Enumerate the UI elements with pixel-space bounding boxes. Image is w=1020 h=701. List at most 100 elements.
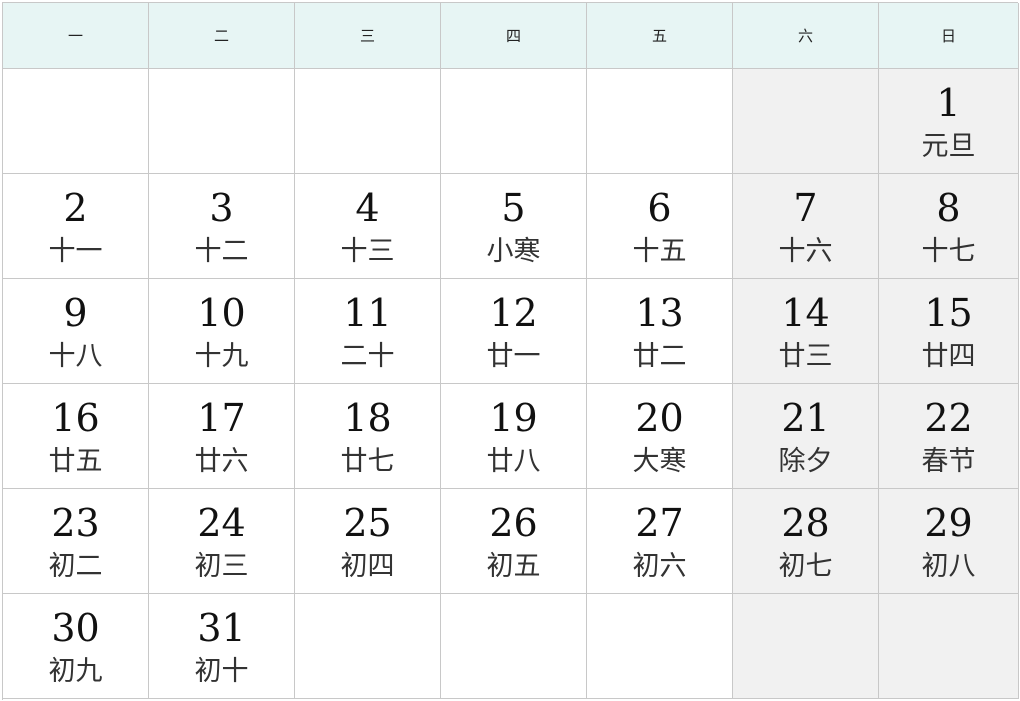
day-cell[interactable]: 12 廿一 bbox=[441, 279, 587, 384]
lunar-date: 廿五 bbox=[48, 446, 103, 477]
day-cell[interactable] bbox=[587, 69, 733, 174]
lunar-date: 十六 bbox=[778, 236, 833, 267]
day-cell-weekend[interactable]: 28 初七 bbox=[733, 489, 879, 594]
day-cell[interactable]: 13 廿二 bbox=[587, 279, 733, 384]
day-cell[interactable]: 17 廿六 bbox=[149, 384, 295, 489]
lunar-date: 十五 bbox=[632, 236, 687, 267]
weekday-header-sat: 六 bbox=[733, 3, 879, 69]
day-cell[interactable]: 6 十五 bbox=[587, 174, 733, 279]
day-number: 26 bbox=[489, 501, 538, 545]
lunar-date: 十二 bbox=[194, 236, 249, 267]
lunar-date: 廿八 bbox=[486, 446, 541, 477]
day-cell[interactable] bbox=[587, 594, 733, 699]
day-number: 17 bbox=[197, 396, 246, 440]
day-cell[interactable] bbox=[295, 594, 441, 699]
lunar-date: 大寒 bbox=[632, 446, 687, 477]
day-cell[interactable]: 10 十九 bbox=[149, 279, 295, 384]
lunar-date: 初六 bbox=[632, 551, 687, 582]
lunar-date: 廿七 bbox=[340, 446, 395, 477]
day-cell[interactable]: 11 二十 bbox=[295, 279, 441, 384]
day-number: 27 bbox=[635, 501, 684, 545]
lunar-date: 十七 bbox=[921, 236, 976, 267]
day-cell-weekend[interactable]: 1 元旦 bbox=[879, 69, 1019, 174]
day-number: 15 bbox=[924, 291, 973, 335]
day-number: 9 bbox=[63, 291, 88, 335]
day-number: 25 bbox=[343, 501, 392, 545]
day-cell[interactable]: 25 初四 bbox=[295, 489, 441, 594]
day-cell-weekend[interactable]: 14 廿三 bbox=[733, 279, 879, 384]
weekday-header-wed: 三 bbox=[295, 3, 441, 69]
lunar-date: 初二 bbox=[48, 551, 103, 582]
day-number: 14 bbox=[781, 291, 830, 335]
day-cell[interactable]: 30 初九 bbox=[3, 594, 149, 699]
day-number: 7 bbox=[793, 186, 818, 230]
lunar-date: 小寒 bbox=[486, 236, 541, 267]
lunar-date: 初九 bbox=[48, 656, 103, 687]
day-cell[interactable]: 19 廿八 bbox=[441, 384, 587, 489]
day-cell[interactable] bbox=[441, 594, 587, 699]
lunar-date: 廿三 bbox=[778, 341, 833, 372]
day-number: 2 bbox=[63, 186, 88, 230]
day-number: 18 bbox=[343, 396, 392, 440]
day-number: 31 bbox=[197, 606, 246, 650]
day-number: 30 bbox=[51, 606, 100, 650]
day-cell[interactable]: 20 大寒 bbox=[587, 384, 733, 489]
lunar-date: 初十 bbox=[194, 656, 249, 687]
day-number: 21 bbox=[781, 396, 830, 440]
day-cell[interactable]: 2 十一 bbox=[3, 174, 149, 279]
day-cell[interactable]: 23 初二 bbox=[3, 489, 149, 594]
day-cell[interactable]: 3 十二 bbox=[149, 174, 295, 279]
lunar-date: 元旦 bbox=[921, 131, 976, 162]
day-cell-weekend[interactable] bbox=[733, 594, 879, 699]
day-cell-weekend[interactable]: 15 廿四 bbox=[879, 279, 1019, 384]
day-cell-weekend[interactable] bbox=[733, 69, 879, 174]
lunar-date: 除夕 bbox=[778, 446, 833, 477]
day-cell[interactable]: 5 小寒 bbox=[441, 174, 587, 279]
day-number: 3 bbox=[209, 186, 234, 230]
lunar-date: 初四 bbox=[340, 551, 395, 582]
day-number: 1 bbox=[936, 81, 961, 125]
weekday-header-fri: 五 bbox=[587, 3, 733, 69]
day-number: 13 bbox=[635, 291, 684, 335]
lunar-date: 初八 bbox=[921, 551, 976, 582]
lunar-date: 初七 bbox=[778, 551, 833, 582]
lunar-date: 廿二 bbox=[632, 341, 687, 372]
day-number: 22 bbox=[924, 396, 973, 440]
day-number: 6 bbox=[647, 186, 672, 230]
day-number: 20 bbox=[635, 396, 684, 440]
day-cell[interactable]: 18 廿七 bbox=[295, 384, 441, 489]
lunar-date: 十一 bbox=[48, 236, 103, 267]
day-number: 28 bbox=[781, 501, 830, 545]
month-calendar-grid: 一 二 三 四 五 六 日 1 元旦 2 十一 3 十二 4 十三 5 小寒 6 十五 7 十… bbox=[2, 2, 1019, 700]
day-number: 5 bbox=[501, 186, 526, 230]
day-cell[interactable] bbox=[295, 69, 441, 174]
day-cell[interactable]: 16 廿五 bbox=[3, 384, 149, 489]
day-number: 8 bbox=[936, 186, 961, 230]
lunar-date: 初五 bbox=[486, 551, 541, 582]
day-cell[interactable]: 26 初五 bbox=[441, 489, 587, 594]
day-cell-weekend[interactable]: 8 十七 bbox=[879, 174, 1019, 279]
day-cell-weekend[interactable]: 7 十六 bbox=[733, 174, 879, 279]
day-number: 24 bbox=[197, 501, 246, 545]
day-number: 11 bbox=[343, 291, 392, 335]
lunar-date: 廿六 bbox=[194, 446, 249, 477]
day-cell-weekend[interactable] bbox=[879, 594, 1019, 699]
day-number: 19 bbox=[489, 396, 538, 440]
lunar-date: 初三 bbox=[194, 551, 249, 582]
lunar-date: 春节 bbox=[921, 446, 976, 477]
day-cell-weekend[interactable]: 22 春节 bbox=[879, 384, 1019, 489]
lunar-date: 十九 bbox=[194, 341, 249, 372]
weekday-header-tue: 二 bbox=[149, 3, 295, 69]
day-cell[interactable] bbox=[441, 69, 587, 174]
day-cell-weekend[interactable]: 29 初八 bbox=[879, 489, 1019, 594]
day-cell[interactable] bbox=[3, 69, 149, 174]
day-cell-weekend[interactable]: 21 除夕 bbox=[733, 384, 879, 489]
day-cell[interactable] bbox=[149, 69, 295, 174]
lunar-date: 十八 bbox=[48, 341, 103, 372]
day-cell[interactable]: 31 初十 bbox=[149, 594, 295, 699]
day-cell[interactable]: 27 初六 bbox=[587, 489, 733, 594]
day-cell[interactable]: 24 初三 bbox=[149, 489, 295, 594]
day-cell[interactable]: 9 十八 bbox=[3, 279, 149, 384]
day-number: 12 bbox=[489, 291, 538, 335]
day-cell[interactable]: 4 十三 bbox=[295, 174, 441, 279]
